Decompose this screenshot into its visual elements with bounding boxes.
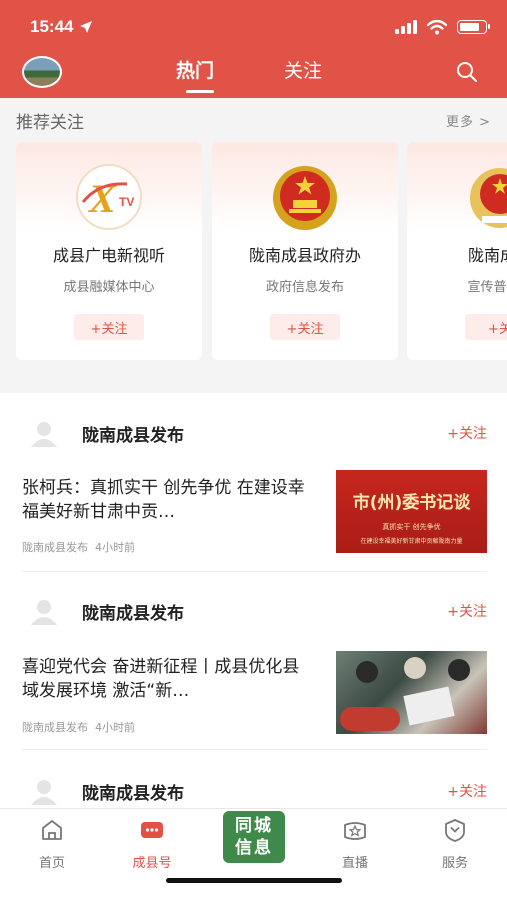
bottom-nav-live[interactable]: 直播: [325, 817, 385, 871]
active-tab-indicator: [186, 90, 214, 93]
service-icon: [445, 819, 465, 842]
recommend-card[interactable]: 陇南成县 宣传普及以 +关: [407, 142, 507, 360]
publisher-name[interactable]: 陇南成县发布: [82, 421, 184, 446]
national-emblem-icon: [273, 166, 337, 230]
recommend-title: 推荐关注: [16, 112, 84, 133]
wifi-icon: [427, 19, 447, 34]
card-desc: 宣传普及以: [467, 280, 507, 295]
bottom-nav-service[interactable]: 服务: [425, 817, 485, 871]
bottom-nav-label: 首页: [38, 856, 65, 871]
follow-button[interactable]: +关注: [270, 314, 340, 340]
chat-icon: [141, 822, 163, 838]
article-thumbnail[interactable]: 市(州)委书记谈 真抓实干 创先争优 在建设幸福美好新甘肃中贡献陇南力量: [336, 470, 487, 553]
card-name: 陇南成县政府办: [248, 246, 361, 265]
procuratorate-emblem-icon: [470, 168, 507, 228]
follow-button[interactable]: +关注: [74, 314, 144, 340]
tab-follow[interactable]: 关注: [284, 56, 322, 83]
publisher-row: 陇南成县发布 +关注: [0, 773, 507, 809]
follow-button[interactable]: +关: [465, 314, 507, 340]
article-source: 陇南成县发布: [22, 721, 88, 734]
recommend-card[interactable]: X TV 成县广电新视听 成县融媒体中心 +关注: [16, 142, 202, 360]
news-feed: 陇南成县发布 +关注 张柯兵：真抓实干 创先争优 在建设幸福美好新甘肃中贡… 陇…: [0, 393, 507, 813]
article-time: 4小时前: [95, 721, 135, 734]
card-desc: 政府信息发布: [265, 280, 344, 295]
recommend-card[interactable]: 陇南成县政府办 政府信息发布 +关注: [212, 142, 398, 360]
more-link[interactable]: 更多 >: [446, 111, 491, 130]
svg-text:X: X: [87, 176, 117, 221]
publisher-name[interactable]: 陇南成县发布: [82, 599, 184, 624]
recommend-cards: X TV 成县广电新视听 成县融媒体中心 +关注 陇南成县政府办 政府信息发布 …: [16, 142, 507, 360]
app-header: 15:44 热门 关注: [0, 0, 507, 98]
top-nav: 热门 关注: [0, 50, 507, 94]
bottom-nav-label: 服务: [441, 856, 468, 871]
card-name: 成县广电新视听: [52, 246, 165, 265]
default-avatar-icon: [31, 422, 57, 447]
article-title[interactable]: 喜迎党代会 奋进新征程丨成县优化县域发展环境 激活“新…: [22, 655, 312, 703]
article-time: 4小时前: [95, 541, 135, 554]
article-source: 陇南成县发布: [22, 541, 88, 554]
article-meta: 陇南成县发布 4小时前: [22, 539, 135, 555]
home-icon: [42, 820, 62, 840]
search-icon[interactable]: [455, 60, 479, 84]
battery-icon: [457, 20, 490, 34]
follow-button[interactable]: +关注: [447, 601, 487, 621]
bottom-nav-label: 成县号: [132, 856, 172, 871]
default-avatar-icon: [31, 780, 57, 805]
article-thumbnail[interactable]: [336, 651, 487, 734]
status-time: 15:44: [30, 17, 93, 37]
bottom-nav: 首页 成县号 同城 信息 直播 服务: [0, 808, 507, 900]
status-bar: 15:44: [30, 14, 490, 40]
recommend-header: 推荐关注 更多 >: [16, 108, 491, 133]
card-name: 陇南成县: [467, 246, 507, 265]
location-arrow-icon: [80, 21, 93, 33]
cell-signal-icon: [395, 20, 417, 34]
article-title[interactable]: 张柯兵：真抓实干 创先争优 在建设幸福美好新甘肃中贡…: [22, 476, 312, 524]
live-icon: [344, 822, 366, 840]
default-avatar-icon: [31, 600, 57, 625]
follow-button[interactable]: +关注: [447, 781, 487, 801]
tab-hot[interactable]: 热门: [176, 56, 214, 83]
follow-button[interactable]: +关注: [447, 423, 487, 443]
home-indicator: [166, 878, 342, 883]
svg-text:TV: TV: [119, 195, 134, 209]
publisher-row: 陇南成县发布 +关注: [0, 593, 507, 629]
bottom-nav-home[interactable]: 首页: [22, 817, 82, 871]
card-desc: 成县融媒体中心: [63, 280, 155, 295]
channel-logo-icon: X TV: [76, 164, 142, 230]
bottom-nav-label: 直播: [341, 856, 368, 871]
user-avatar[interactable]: [22, 56, 62, 88]
publisher-name[interactable]: 陇南成县发布: [82, 779, 184, 804]
publisher-row: 陇南成县发布 +关注: [0, 415, 507, 451]
bottom-nav-chengxianhao[interactable]: 成县号: [122, 817, 182, 871]
article-meta: 陇南成县发布 4小时前: [22, 719, 135, 735]
bottom-nav-local-info[interactable]: 同城 信息: [223, 811, 285, 863]
